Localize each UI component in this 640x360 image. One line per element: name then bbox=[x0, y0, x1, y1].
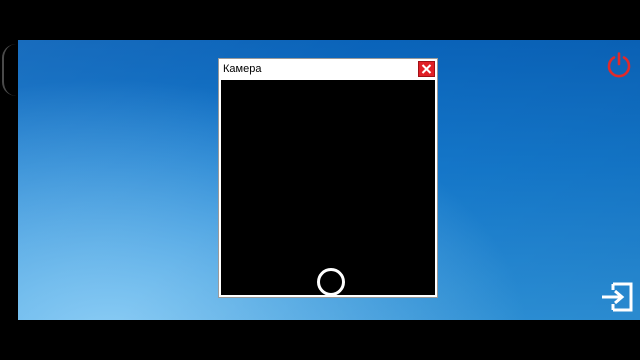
camera-titlebar: Камера bbox=[219, 59, 437, 79]
bezel-edge bbox=[2, 44, 18, 96]
shutter-button[interactable] bbox=[317, 268, 345, 296]
power-button[interactable] bbox=[604, 50, 634, 80]
exit-icon bbox=[602, 282, 633, 312]
close-icon bbox=[421, 64, 432, 74]
screen: Камера bbox=[0, 0, 640, 360]
power-icon bbox=[607, 52, 631, 78]
exit-button[interactable] bbox=[599, 280, 635, 314]
camera-preview bbox=[221, 80, 435, 296]
close-button[interactable] bbox=[418, 61, 435, 77]
desktop: Камера bbox=[18, 40, 640, 320]
camera-window-title: Камера bbox=[223, 63, 262, 75]
camera-window: Камера bbox=[218, 58, 438, 298]
